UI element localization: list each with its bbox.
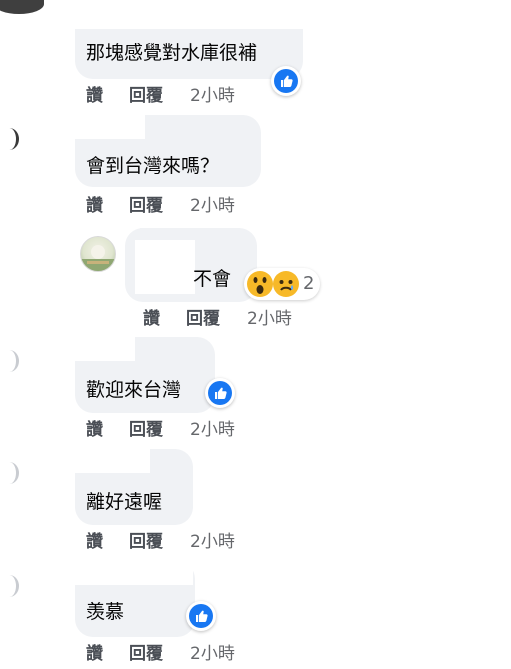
commenter-avatar-6[interactable]	[0, 575, 19, 597]
comment-text: 離好遠喔	[86, 491, 163, 513]
comment-text: 歡迎來台灣	[86, 379, 182, 401]
redacted-name	[75, 335, 135, 361]
reply-text: 不會	[193, 268, 232, 290]
reply-link[interactable]: 回覆	[186, 309, 220, 329]
redacted-name	[75, 3, 303, 29]
like-icon	[274, 69, 298, 93]
commenter-avatar-1[interactable]	[0, 0, 44, 14]
comment-text: 會到台灣來嗎？	[86, 155, 220, 177]
timestamp[interactable]: 2小時	[190, 196, 235, 216]
reply-actions: 讚 回覆 2小時	[143, 309, 323, 331]
wow-icon	[247, 271, 273, 297]
like-link[interactable]: 讚	[86, 196, 103, 216]
like-link[interactable]: 讚	[86, 644, 103, 664]
avatar-image	[81, 245, 115, 271]
comment-actions: 讚 回覆 2小時	[86, 644, 266, 666]
comment-text: 那塊感覺對水庫很補	[86, 42, 258, 64]
like-link[interactable]: 讚	[86, 532, 103, 552]
commenter-avatar-2[interactable]	[0, 128, 19, 150]
sad-icon	[273, 271, 299, 297]
like-link[interactable]: 讚	[86, 420, 103, 440]
like-icon	[189, 604, 213, 628]
reaction-count: 2	[303, 273, 315, 294]
like-link[interactable]: 讚	[143, 309, 160, 329]
comment-actions: 讚 回覆 2小時	[86, 420, 266, 442]
like-link[interactable]: 讚	[86, 86, 103, 106]
reply-avatar[interactable]	[80, 236, 116, 272]
comment-thread: 那塊感覺對水庫很補 讚 回覆 2小時 會到台灣來嗎？ 讚 回覆 2小時 不會 2…	[0, 0, 511, 669]
like-reaction-badge[interactable]	[271, 66, 301, 96]
timestamp[interactable]: 2小時	[190, 532, 235, 552]
commenter-avatar-5[interactable]	[0, 462, 19, 484]
comment-actions: 讚 回覆 2小時	[86, 86, 266, 108]
reply-link[interactable]: 回覆	[129, 420, 163, 440]
redacted-name	[75, 447, 150, 473]
redacted-name	[75, 113, 145, 139]
comment-actions: 讚 回覆 2小時	[86, 196, 266, 218]
name-fragment	[140, 228, 220, 240]
like-reaction-badge[interactable]	[186, 601, 216, 631]
redacted-name	[135, 240, 195, 294]
reply-link[interactable]: 回覆	[129, 532, 163, 552]
timestamp[interactable]: 2小時	[190, 644, 235, 664]
redacted-name	[75, 559, 193, 585]
like-icon	[208, 381, 232, 405]
reply-link[interactable]: 回覆	[129, 644, 163, 664]
comment-actions: 讚 回覆 2小時	[86, 532, 266, 554]
comment-text: 羡慕	[86, 601, 125, 623]
timestamp[interactable]: 2小時	[190, 86, 235, 106]
reply-link[interactable]: 回覆	[129, 196, 163, 216]
reply-link[interactable]: 回覆	[129, 86, 163, 106]
reaction-summary[interactable]: 2	[244, 268, 320, 300]
like-reaction-badge[interactable]	[205, 378, 235, 408]
timestamp[interactable]: 2小時	[190, 420, 235, 440]
timestamp[interactable]: 2小時	[247, 309, 292, 329]
commenter-avatar-4[interactable]	[0, 350, 19, 372]
